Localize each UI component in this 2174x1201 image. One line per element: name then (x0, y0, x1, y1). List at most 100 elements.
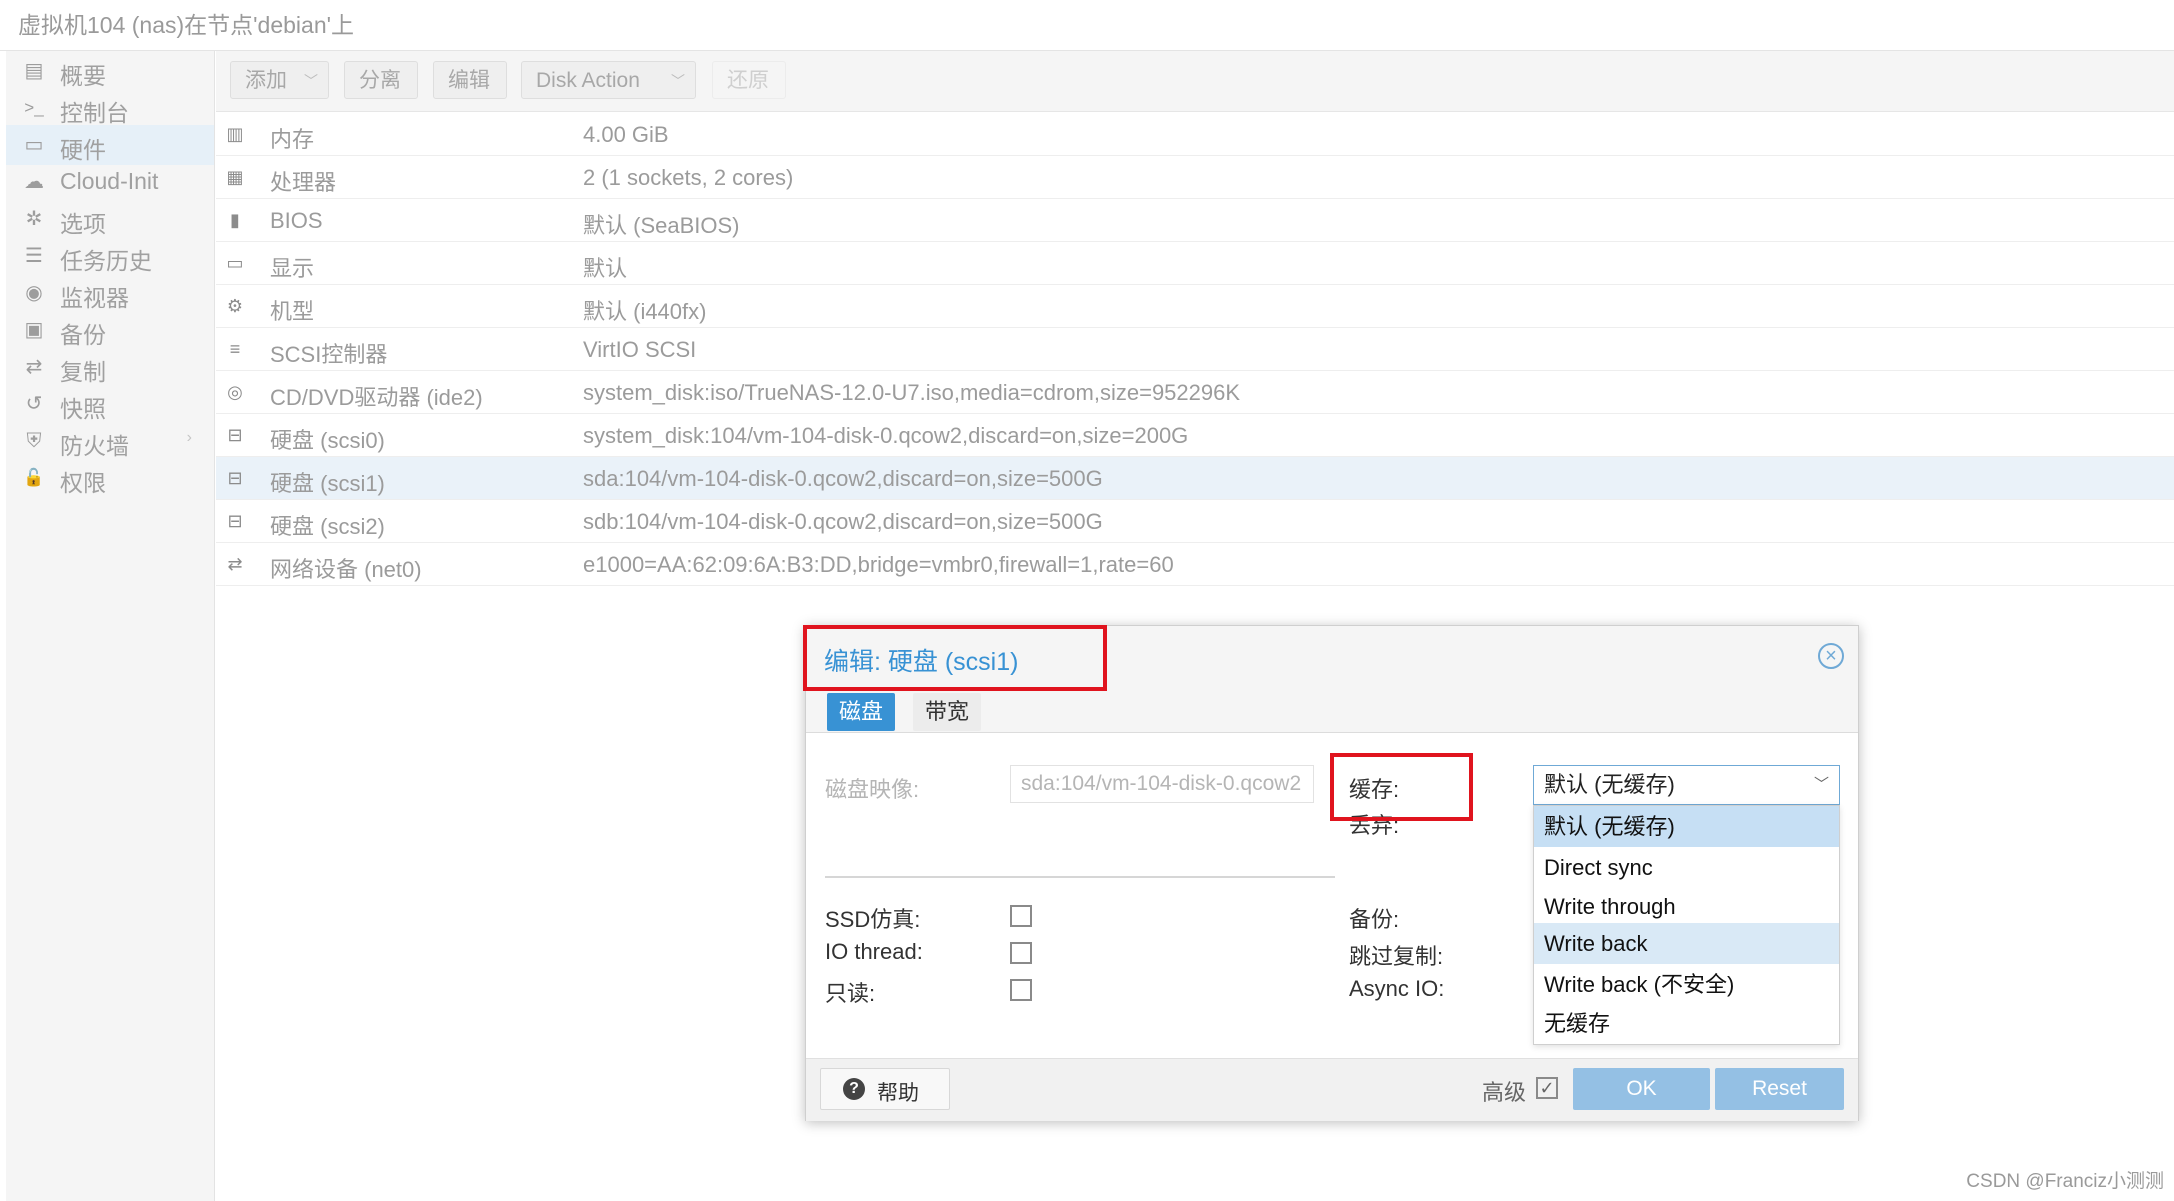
sidebar-item-task-history[interactable]: ☰ 任务历史 (6, 236, 214, 276)
edit-button[interactable]: 编辑 (433, 61, 507, 99)
revert-button[interactable]: 还原 (712, 61, 786, 99)
edit-button-label: 编辑 (448, 69, 490, 92)
hardware-row-disk-scsi0[interactable]: ⊟ 硬盘 (scsi0) system_disk:104/vm-104-disk… (216, 414, 2174, 457)
hardware-row-name: 网络设备 (net0) (270, 557, 422, 582)
skip-replication-label: 跳过复制: (1349, 944, 1444, 969)
async-io-label: Async IO: (1349, 976, 1445, 1001)
cloud-icon: ☁ (24, 171, 44, 193)
ssd-emulation-label: SSD仿真: (825, 907, 921, 932)
list-icon: ☰ (25, 245, 43, 267)
hardware-row-value: 默认 (583, 256, 628, 281)
disk-image-field[interactable]: sda:104/vm-104-disk-0.qcow2 (1010, 765, 1314, 803)
tab-disk[interactable]: 磁盘 (827, 693, 896, 731)
sidebar-item-label: 复制 (60, 359, 106, 385)
hdd-icon: ⊟ (227, 468, 243, 488)
advanced-checkbox[interactable]: ✓ (1536, 1077, 1558, 1099)
cache-option-write-back[interactable]: Write back (1534, 923, 1839, 964)
cache-option-nocache[interactable]: 无缓存 (1534, 1003, 1839, 1044)
book-icon: ▤ (24, 60, 44, 82)
hardware-row-disk-scsi1[interactable]: ⊟ 硬盘 (scsi1) sda:104/vm-104-disk-0.qcow2… (216, 457, 2174, 500)
close-icon[interactable]: × (1818, 643, 1844, 669)
cache-select[interactable]: 默认 (无缓存) ﹀ (1533, 765, 1840, 805)
database-icon: ≡ (229, 339, 241, 359)
unlock-icon: 🔓 (23, 468, 45, 487)
sidebar-item-console[interactable]: >_ 控制台 (6, 88, 214, 128)
hardware-row-processor[interactable]: ▦ 处理器 2 (1 sockets, 2 cores) (216, 156, 2174, 199)
edit-disk-dialog: 编辑: 硬盘 (scsi1) × 磁盘 带宽 磁盘映像: sda:104/vm-… (805, 625, 1859, 1121)
sidebar-item-permissions[interactable]: 🔓 权限 (6, 458, 214, 498)
hardware-row-name: 硬盘 (scsi2) (270, 514, 385, 539)
window-title: 虚拟机104 (nas)在节点'debian'上 (18, 12, 355, 38)
hardware-row-bios[interactable]: ▮ BIOS 默认 (SeaBIOS) (216, 199, 2174, 242)
add-button-label: 添加 (245, 69, 287, 92)
reset-button[interactable]: Reset (1715, 1068, 1844, 1110)
ok-button[interactable]: OK (1573, 1068, 1710, 1110)
sidebar-item-monitor[interactable]: ◉ 监视器 (6, 273, 214, 313)
cogs-icon: ⚙ (226, 296, 244, 316)
chevron-down-icon: ﹀ (671, 73, 685, 89)
sidebar-item-snapshots[interactable]: ↺ 快照 (6, 384, 214, 424)
history-icon: ↺ (25, 393, 43, 415)
gear-icon: ✲ (25, 208, 43, 230)
hardware-row-network[interactable]: ⇄ 网络设备 (net0) e1000=AA:62:09:6A:B3:DD,br… (216, 543, 2174, 586)
expand-arrow-icon[interactable]: › (187, 429, 192, 447)
hardware-row-value: e1000=AA:62:09:6A:B3:DD,bridge=vmbr0,fir… (583, 552, 1174, 577)
cache-option-direct-sync[interactable]: Direct sync (1534, 847, 1839, 888)
title-highlight-box (803, 625, 1107, 691)
disk-image-label: 磁盘映像: (825, 777, 920, 802)
tab-bandwidth[interactable]: 带宽 (913, 693, 982, 731)
hardware-row-value: sda:104/vm-104-disk-0.qcow2,discard=on,s… (583, 466, 1103, 491)
hardware-row-display[interactable]: ▭ 显示 默认 (216, 242, 2174, 285)
hardware-row-value: sdb:104/vm-104-disk-0.qcow2,discard=on,s… (583, 509, 1103, 534)
add-button[interactable]: 添加 ﹀ (230, 61, 329, 99)
hardware-row-value: 默认 (SeaBIOS) (583, 213, 740, 238)
cache-option-write-back-unsafe[interactable]: Write back (不安全) (1534, 964, 1839, 1005)
cpu-icon: ▦ (226, 167, 244, 187)
hardware-row-disk-scsi2[interactable]: ⊟ 硬盘 (scsi2) sdb:104/vm-104-disk-0.qcow2… (216, 500, 2174, 543)
hardware-row-value: 2 (1 sockets, 2 cores) (583, 165, 794, 190)
readonly-checkbox[interactable] (1010, 979, 1032, 1001)
sidebar-item-label: 权限 (60, 470, 106, 496)
detach-button[interactable]: 分离 (344, 61, 418, 99)
desktop-icon: ▭ (226, 253, 244, 273)
help-icon: ? (843, 1078, 865, 1100)
hardware-row-machine[interactable]: ⚙ 机型 默认 (i440fx) (216, 285, 2174, 328)
monitor-icon: ▭ (24, 134, 44, 156)
memory-icon: ▥ (226, 124, 244, 144)
hardware-row-name: 内存 (270, 127, 315, 152)
eye-icon: ◉ (25, 282, 43, 304)
cache-option-default-nocache[interactable]: 默认 (无缓存) (1534, 806, 1839, 847)
sidebar-item-hardware[interactable]: ▭ 硬件 (6, 125, 214, 165)
sidebar-item-backup[interactable]: ▣ 备份 (6, 310, 214, 350)
detach-button-label: 分离 (359, 69, 401, 92)
help-button-label: 帮助 (877, 1082, 919, 1105)
hardware-row-memory[interactable]: ▥ 内存 4.00 GiB (216, 113, 2174, 156)
hardware-row-cdrom[interactable]: ◎ CD/DVD驱动器 (ide2) system_disk:iso/TrueN… (216, 371, 2174, 414)
sidebar-item-label: 防火墙 (60, 433, 129, 459)
hardware-row-value: VirtIO SCSI (583, 337, 697, 362)
ssd-emulation-checkbox[interactable] (1010, 905, 1032, 927)
hardware-row-value: system_disk:iso/TrueNAS-12.0-U7.iso,medi… (583, 380, 1241, 405)
hardware-row-name: CD/DVD驱动器 (ide2) (270, 385, 483, 410)
help-button[interactable]: ? 帮助 (820, 1068, 950, 1110)
cdrom-icon: ◎ (227, 382, 243, 402)
sidebar-item-label: 控制台 (60, 100, 129, 126)
sidebar-item-summary[interactable]: ▤ 概要 (6, 51, 214, 91)
cache-option-write-through[interactable]: Write through (1534, 886, 1839, 927)
chip-icon: ▮ (230, 210, 240, 230)
sidebar-item-options[interactable]: ✲ 选项 (6, 199, 214, 239)
iothread-checkbox[interactable] (1010, 942, 1032, 964)
sidebar-item-firewall[interactable]: ⛨ 防火墙 › (6, 421, 214, 461)
floppy-icon: ▣ (24, 319, 44, 341)
sidebar-item-label: Cloud-Init (60, 168, 159, 194)
hardware-row-scsi-controller[interactable]: ≡ SCSI控制器 VirtIO SCSI (216, 328, 2174, 371)
sidebar: ▤ 概要 >_ 控制台 ▭ 硬件 ☁ Cloud-Init ✲ 选项 ☰ 任务历… (6, 51, 215, 1201)
cache-dropdown-list: 默认 (无缓存) Direct sync Write through Write… (1533, 805, 1840, 1045)
hdd-icon: ⊟ (227, 511, 243, 531)
disk-action-label: Disk Action (536, 69, 640, 92)
sidebar-item-replication[interactable]: ⇄ 复制 (6, 347, 214, 387)
readonly-label: 只读: (825, 981, 876, 1006)
hardware-row-name: SCSI控制器 (270, 342, 388, 367)
disk-action-button[interactable]: Disk Action ﹀ (521, 61, 696, 99)
sidebar-item-cloud-init[interactable]: ☁ Cloud-Init (6, 162, 214, 202)
